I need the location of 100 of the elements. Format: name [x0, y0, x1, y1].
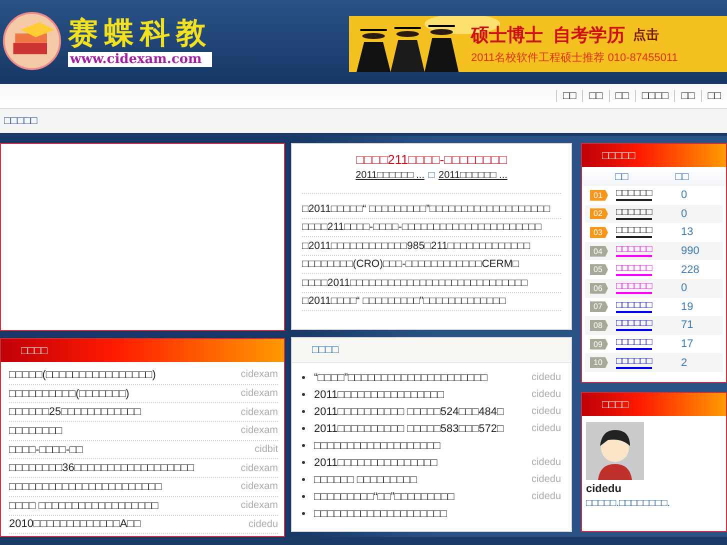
bullet-icon — [302, 427, 305, 430]
news-link[interactable]: “□□□□”□□□□□□□□□□□□□□□□□□□□□ — [314, 372, 488, 384]
nav-link[interactable]: □□ — [708, 90, 721, 102]
panel-title: □□□□ — [21, 344, 48, 356]
separator-text: □ — [428, 170, 435, 181]
count-text: 13 — [681, 226, 694, 238]
user-name: cidedu — [586, 483, 622, 495]
rank-badge: 07 — [590, 301, 608, 312]
bullet-icon — [302, 478, 305, 481]
bullet-icon — [302, 512, 305, 515]
article-link[interactable]: □□□□□□□□□□(□□□□□□□) — [9, 388, 130, 400]
author-name: cidedu — [532, 389, 561, 400]
rank-badge: 05 — [590, 264, 608, 276]
ranking-link[interactable]: □□□□□□ — [616, 189, 652, 202]
ranking-link[interactable]: □□□□□□ — [616, 356, 652, 369]
ranking-link[interactable]: □□□□□□ — [616, 226, 652, 238]
author-name: cidexam — [240, 481, 278, 492]
panel-title: □□□□ — [312, 344, 339, 356]
author-name: cidedu — [532, 406, 561, 417]
news-link[interactable]: □□□□□□□□□“□□”□□□□□□□□□ — [314, 490, 454, 502]
bullet-icon — [302, 410, 305, 413]
rank-badge: 03 — [590, 226, 608, 238]
count-text: 0 — [681, 189, 688, 202]
banner-action: 点击 — [633, 26, 660, 44]
banner-subline: 2011名校软件工程硕士推荐 010-87455011 — [471, 50, 678, 65]
breadcrumb-link[interactable]: □□□□□ — [4, 115, 38, 127]
column-header: □□ — [675, 170, 689, 182]
news-link[interactable]: 2011□□□□□□□□□□ □□□□□524□□□484□ — [314, 406, 504, 418]
article-link[interactable]: □□□□□(□□□□□□□□□□□□□□□□) — [9, 368, 156, 381]
bullet-icon — [302, 376, 305, 379]
bullet-icon — [302, 393, 305, 396]
article-title: □□□□211□□□□-□□□□□□□□ — [356, 152, 507, 167]
author-name: cidexam — [240, 388, 278, 400]
rank-badge: 04 — [590, 246, 608, 257]
column-header: □□ — [615, 170, 628, 182]
author-name: cidedu — [532, 491, 561, 502]
article-link[interactable]: □□□□□□□□□□□□□□□□□□□□□□□ — [9, 480, 162, 493]
ranking-link[interactable]: □□□□□□ — [616, 300, 652, 313]
panel-title: □□□□□ — [602, 150, 636, 162]
count-text: 17 — [681, 338, 694, 350]
rank-badge: 09 — [590, 338, 608, 350]
news-link[interactable]: □□□□□□ □□□□□□□□□ — [314, 474, 417, 486]
ranking-link[interactable]: □□□□□□ — [616, 338, 652, 350]
news-link[interactable]: 2011□□□□□□□□□□ □□□□□583□□□572□ — [314, 422, 504, 434]
rank-badge: 02 — [590, 208, 608, 220]
article-link[interactable]: □□□□□□□□ — [9, 424, 62, 437]
article-text-line: □2011□□□□□“ □□□□□□□□□”□□□□□□□□□□□□□□□□□□□ — [302, 202, 550, 215]
article-link[interactable]: □□□□□□□□36□□□□□□□□□□□□□□□□□□ — [9, 462, 194, 474]
ad-banner[interactable]: 硕士博士 自考学历 点击 2011名校软件工程硕士推荐 010-87455011 — [349, 16, 727, 72]
article-text-line: □□□□2011□□□□□□□□□□□□□□□□□□□□□□□□□□□□ — [302, 276, 528, 289]
news-link[interactable]: 2011□□□□□□□□□□□□□□□ — [314, 456, 438, 468]
news-link[interactable]: □□□□□□□□□□□□□□□□□□□□ — [314, 508, 447, 520]
related-link[interactable]: 2011□□□□□□ ... — [438, 170, 508, 181]
rank-badge: 10 — [590, 357, 608, 368]
avatar-icon — [586, 422, 644, 480]
nav-link[interactable]: □□ — [562, 90, 576, 102]
author-name: cidedu — [532, 457, 561, 468]
rank-badge: 06 — [590, 282, 608, 294]
user-description: □□□□□.□□□□□□□□. — [586, 498, 672, 509]
rank-badge: 08 — [590, 320, 608, 331]
article-link[interactable]: □□□□-□□□□-□□ — [9, 444, 83, 456]
count-text: 990 — [681, 245, 700, 258]
count-text: 0 — [681, 208, 688, 220]
author-name: cidedu — [532, 474, 561, 485]
article-link[interactable]: □□□□□□25□□□□□□□□□□□□ — [9, 406, 141, 418]
author-name: cidexam — [240, 425, 278, 436]
count-text: 2 — [681, 356, 688, 369]
news-link[interactable]: 2011□□□□□□□□□□□□□□□□ — [314, 388, 444, 400]
author-name: cidbit — [254, 444, 278, 456]
related-link[interactable]: 2011□□□□□□ ... — [356, 170, 424, 181]
author-name: cidedu — [248, 518, 278, 530]
count-text: 0 — [681, 282, 688, 294]
article-text-line: □2011□□□□□□□□□□□□985□211□□□□□□□□□□□□□ — [302, 240, 530, 252]
logo-url: www.cidexam.com — [68, 52, 212, 66]
ranking-link[interactable]: □□□□□□ — [616, 208, 652, 220]
count-text: 19 — [681, 300, 694, 313]
nav-link[interactable]: □□ — [616, 90, 629, 102]
author-name: cidexam — [240, 369, 278, 380]
ranking-link[interactable]: □□□□□□ — [616, 319, 652, 332]
article-text-line: □□□□211□□□□-□□□□-□□□□□□□□□□□□□□□□□□□□□□ — [302, 221, 542, 234]
author-name: cidexam — [240, 462, 278, 474]
count-text: 228 — [681, 264, 700, 276]
nav-link[interactable]: □□□□ — [642, 90, 668, 102]
bullet-icon — [302, 461, 305, 464]
nav-link[interactable]: □□ — [589, 90, 603, 102]
count-text: 71 — [681, 319, 694, 332]
bullet-icon — [302, 495, 305, 498]
article-text-line: □2011□□□□“ □□□□□□□□□”□□□□□□□□□□□□□ — [302, 295, 506, 308]
logo-title: 赛蝶科教 — [68, 16, 212, 52]
article-text-line: □□□□□□□□(CRO)□□□-□□□□□□□□□□□□CERM□ — [302, 258, 519, 270]
rank-badge: 01 — [590, 190, 608, 201]
banner-headline: 硕士博士 自考学历 — [471, 24, 626, 47]
author-name: cidexam — [240, 406, 278, 418]
panel-title: □□□□ — [602, 398, 629, 410]
article-link[interactable]: □□□□ □□□□□□□□□□□□□□□□□□ — [9, 500, 158, 512]
news-link[interactable]: □□□□□□□□□□□□□□□□□□□ — [314, 440, 440, 452]
author-name: cidexam — [240, 500, 278, 512]
article-link[interactable]: 2010□□□□□□□□□□□□□A□□ — [9, 518, 140, 530]
nav-link[interactable]: □□ — [681, 90, 695, 102]
author-name: cidedu — [532, 423, 561, 434]
